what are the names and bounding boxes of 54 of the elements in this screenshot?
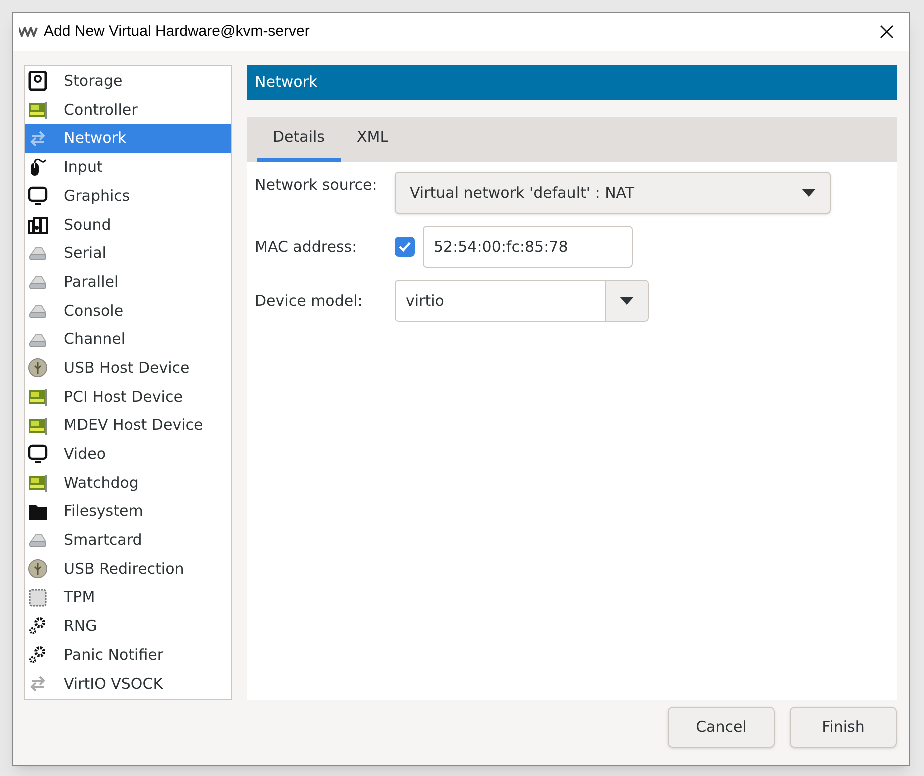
checkmark-icon <box>398 240 412 254</box>
mac-address-field[interactable]: 52:54:00:fc:85:78 <box>423 226 633 268</box>
hardware-list-item[interactable]: Filesystem <box>25 497 231 526</box>
network-source-dropdown[interactable]: Virtual network 'default' : NAT <box>395 172 831 214</box>
caret-icon <box>620 297 634 305</box>
device-model-combo[interactable]: virtio <box>395 280 649 322</box>
hardware-list-item[interactable]: Serial <box>25 239 231 268</box>
hardware-list-item[interactable]: VirtIO VSOCK <box>25 669 231 698</box>
field-label: MAC address: <box>255 236 358 258</box>
hardware-list-item[interactable]: Network <box>25 124 231 154</box>
close-icon <box>880 25 894 39</box>
hardware-list-item[interactable]: USB Host Device <box>25 354 231 383</box>
field-label: Network source: <box>255 175 378 196</box>
window-title: Add New Virtual Hardware@kvm-server <box>44 22 310 42</box>
field-label: Device model: <box>255 290 364 312</box>
arrows-icon <box>28 128 48 149</box>
speaker-icon <box>28 214 48 235</box>
hardware-list-item[interactable]: Graphics <box>25 182 231 210</box>
mouse-icon <box>28 157 48 178</box>
hardware-list-item[interactable]: Controller <box>25 96 231 124</box>
circuit-board-icon <box>28 100 48 120</box>
dialog-button[interactable]: Finish <box>790 707 897 748</box>
circuit-board-icon <box>28 472 48 493</box>
checkbox[interactable] <box>395 237 415 257</box>
hardware-list-item[interactable]: Channel <box>25 325 231 354</box>
hardware-list-item[interactable]: TPM <box>25 583 231 612</box>
gears-icon <box>28 616 48 636</box>
hardware-list-item[interactable]: Panic Notifier <box>25 640 231 670</box>
hardware-list-item[interactable]: Sound <box>25 210 231 240</box>
hardware-list-item[interactable]: PCI Host Device <box>25 382 231 412</box>
chip-icon <box>28 588 48 608</box>
hardware-list-item[interactable]: Parallel <box>25 268 231 296</box>
hardware-list-item[interactable]: Watchdog <box>25 468 231 498</box>
arrows-icon <box>28 674 48 694</box>
monitor-icon <box>28 444 48 464</box>
hardware-list-item[interactable]: Storage <box>25 67 231 96</box>
usb-icon <box>28 559 48 580</box>
gears-icon <box>28 645 48 666</box>
tab[interactable]: XML <box>341 117 405 162</box>
circuit-board-icon <box>28 386 48 407</box>
usb-icon <box>28 358 48 378</box>
monitor-icon <box>28 186 48 206</box>
hardware-list-item[interactable]: Video <box>25 440 231 469</box>
hardware-list-item[interactable]: Smartcard <box>25 526 231 555</box>
caret-icon <box>802 189 816 197</box>
circuit-board-icon <box>28 416 48 436</box>
hardware-list-item[interactable]: RNG <box>25 612 231 641</box>
hardware-list-item[interactable]: MDEV Host Device <box>25 411 231 440</box>
app-logo-icon <box>19 27 39 37</box>
panel-header: Network <box>247 65 897 100</box>
hardware-list-item[interactable]: Console <box>25 296 231 326</box>
hardware-list-item[interactable]: USB Redirection <box>25 554 231 584</box>
hardware-list-item[interactable]: Input <box>25 153 231 182</box>
dialog-button[interactable]: Cancel <box>668 707 775 748</box>
